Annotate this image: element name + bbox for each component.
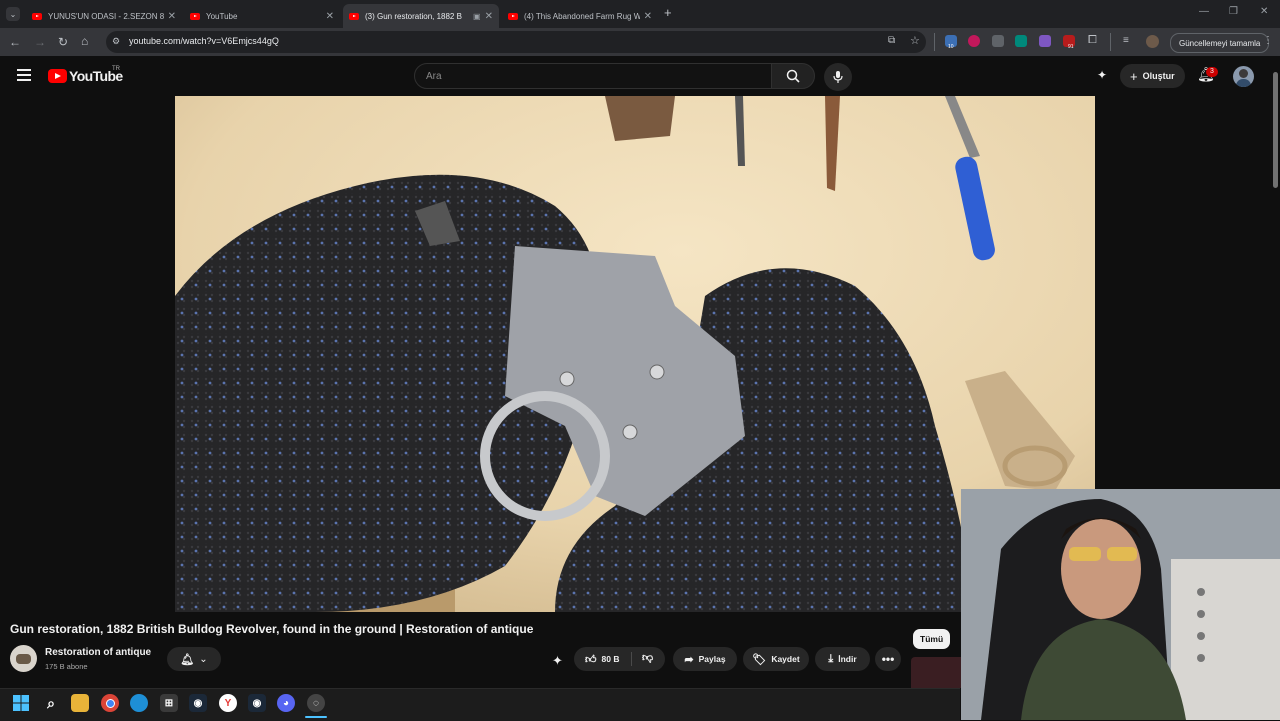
active-app-indicator — [305, 716, 327, 718]
like-count[interactable]: 80 B — [602, 654, 620, 664]
plus-icon: + — [1130, 68, 1138, 84]
filter-chip-all[interactable]: Tümü — [913, 629, 951, 649]
bookmark-star-icon[interactable]: ☆ — [910, 34, 920, 47]
search-button[interactable] — [771, 63, 815, 89]
tab-search-chevron-icon[interactable]: ⌄ — [6, 7, 20, 21]
youtube-favicon-icon — [349, 12, 359, 20]
search-input[interactable]: Ara — [414, 63, 772, 89]
region-code: TR — [112, 66, 120, 72]
youtube-logo-icon[interactable] — [48, 69, 67, 83]
video-player[interactable] — [175, 96, 1095, 612]
tab-yunus[interactable]: YUNUS'UN ODASI - 2.SEZON 8 ✕ — [26, 4, 182, 28]
minimize-icon[interactable]: — — [1199, 6, 1209, 17]
tab-gun-restoration[interactable]: (3) Gun restoration, 1882 B ▣ ✕ — [343, 4, 499, 28]
more-horizontal-icon: ••• — [881, 652, 895, 666]
site-info-icon[interactable]: ⚙ — [112, 36, 120, 47]
back-icon[interactable]: ← — [9, 35, 21, 49]
share-button[interactable]: ➦ Paylaş — [673, 647, 737, 671]
like-divider — [631, 652, 632, 666]
subscriber-count: 175 B abone — [45, 662, 88, 671]
search-icon — [786, 69, 800, 83]
close-tab-icon[interactable]: ✕ — [485, 11, 493, 22]
steam-icon[interactable]: ◉ — [189, 694, 207, 712]
scrollbar-thumb[interactable] — [1273, 72, 1278, 188]
account-avatar[interactable] — [1233, 66, 1254, 87]
maximize-icon[interactable]: ❐ — [1229, 6, 1238, 17]
share-arrow-icon: ➦ — [684, 653, 694, 666]
microphone-icon — [833, 71, 843, 83]
window-close-icon[interactable]: ✕ — [1260, 6, 1268, 17]
toolbar-divider — [1110, 33, 1111, 51]
microsoft-store-icon[interactable]: ⊞ — [160, 694, 178, 712]
steam-icon[interactable]: ◉ — [248, 694, 266, 712]
new-tab-button[interactable]: + — [664, 5, 672, 20]
thumbs-down-icon[interactable]: 👎︎ — [642, 651, 653, 664]
reading-list-icon[interactable]: ≡ — [1123, 35, 1129, 46]
notification-count-badge: 3 — [1206, 67, 1218, 77]
browser-menu-icon[interactable]: ⋮ — [1263, 35, 1273, 46]
bookmark-icon: 🏷︎ — [752, 653, 767, 666]
tab-youtube[interactable]: YouTube ✕ — [184, 4, 340, 28]
chevron-down-icon: ⌄ — [199, 653, 208, 665]
install-app-icon[interactable]: ⧉ — [888, 35, 895, 46]
more-actions-button[interactable]: ••• — [875, 647, 901, 671]
cast-icon: ▣ — [473, 11, 481, 21]
file-explorer-icon[interactable] — [71, 694, 89, 712]
thumbs-up-icon[interactable]: 👍︎ — [585, 653, 597, 666]
obs-icon[interactable]: ◌ — [307, 694, 325, 712]
webcam-overlay — [961, 489, 1280, 720]
extension-icon[interactable] — [968, 35, 980, 47]
forward-icon[interactable]: → — [34, 35, 46, 49]
youtube-favicon-icon — [190, 12, 200, 20]
voice-search-button[interactable] — [824, 63, 852, 91]
extension-icon[interactable] — [992, 35, 1004, 47]
hamburger-menu-icon[interactable] — [17, 69, 31, 81]
update-button[interactable]: Güncellemeyi tamamla — [1170, 33, 1270, 53]
channel-name[interactable]: Restoration of antique — [45, 647, 151, 658]
extension-icon[interactable] — [1039, 35, 1051, 47]
tab-abandoned-farm[interactable]: (4) This Abandoned Farm Rug W ✕ — [502, 4, 658, 28]
subscribed-bell-button[interactable]: 🔔︎ ⌄ — [167, 647, 221, 671]
download-icon: ⤓ — [828, 652, 834, 665]
close-tab-icon[interactable]: ✕ — [168, 11, 176, 22]
youtube-favicon-icon — [508, 12, 518, 20]
profile-avatar[interactable] — [1146, 35, 1159, 48]
extensions-puzzle-icon[interactable]: ⧠ — [1088, 34, 1097, 47]
like-dislike-group: 👍︎ 80 B 👎︎ — [574, 647, 665, 671]
create-button[interactable]: + Oluştur — [1120, 64, 1185, 88]
home-icon[interactable]: ⌂ — [81, 34, 88, 48]
channel-avatar[interactable] — [10, 645, 37, 672]
webcam-feed — [961, 489, 1280, 720]
bell-icon: 🔔︎ — [180, 653, 195, 666]
recommended-video-thumbnail[interactable] — [911, 657, 961, 688]
close-tab-icon[interactable]: ✕ — [326, 11, 334, 22]
extension-badge: 10 — [948, 44, 954, 50]
yandex-browser-icon[interactable]: Y — [219, 694, 237, 712]
video-title: Gun restoration, 1882 British Bulldog Re… — [10, 622, 534, 636]
save-button[interactable]: 🏷︎ Kaydet — [743, 647, 809, 671]
reload-icon[interactable]: ↻ — [58, 35, 68, 49]
youtube-favicon-icon — [32, 12, 42, 20]
edge-icon[interactable] — [130, 694, 148, 712]
extension-icon[interactable] — [1015, 35, 1027, 47]
close-tab-icon[interactable]: ✕ — [644, 11, 652, 22]
search-placeholder: Ara — [426, 71, 442, 82]
extension-badge: 91 — [1068, 44, 1074, 50]
video-frame — [175, 96, 1095, 612]
windows-start-icon[interactable] — [12, 694, 30, 712]
ai-sparkle-icon[interactable]: ✦ — [552, 653, 563, 669]
download-button[interactable]: ⤓ İndir — [815, 647, 870, 671]
url-text[interactable]: youtube.com/watch?v=V6Emjcs44gQ — [129, 36, 279, 46]
taskbar-search-icon[interactable]: ⌕ — [42, 694, 60, 712]
chrome-icon[interactable] — [101, 694, 119, 712]
discord-icon[interactable]: ◕ — [277, 694, 295, 712]
toolbar-divider — [934, 33, 935, 51]
ai-sparkle-icon[interactable]: ✦ — [1097, 68, 1107, 82]
